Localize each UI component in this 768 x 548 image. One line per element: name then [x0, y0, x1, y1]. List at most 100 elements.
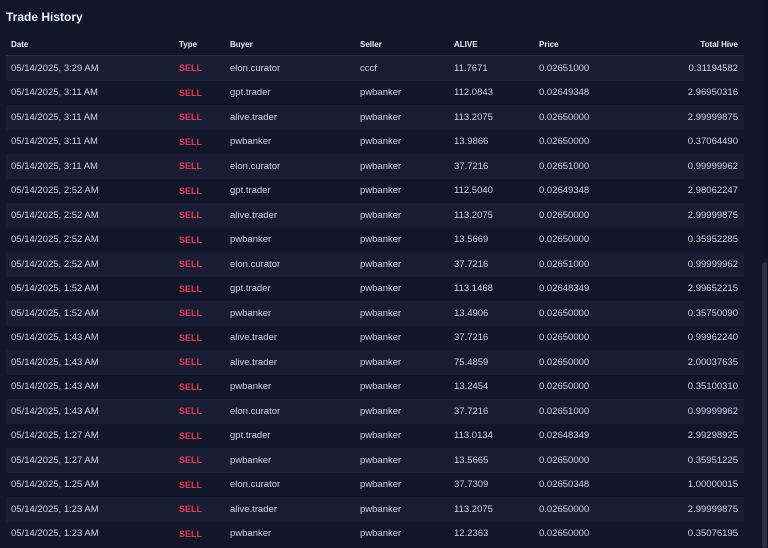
- cell-buyer: alive.trader: [230, 332, 277, 344]
- cell-price: 0.02648349: [539, 430, 590, 442]
- cell-seller: pwbanker: [360, 87, 402, 99]
- cell-total-hive: 0.35951225: [687, 454, 738, 466]
- cell-total-hive: 2.96950316: [687, 87, 738, 99]
- table-row[interactable]: 05/14/2025, 3:29 AM SELL elon.curator cccf 1…: [6, 56, 744, 81]
- table-row[interactable]: 05/14/2025, 2:52 AM SELL pwbanker pwbanker 1…: [6, 227, 744, 252]
- cell-price: 0.02650000: [539, 209, 590, 221]
- table-row[interactable]: 05/14/2025, 1:43 AM SELL alive.trader pwban…: [6, 350, 744, 375]
- cell-price: 0.02650000: [539, 111, 590, 123]
- cell-buyer: elon.curator: [230, 160, 281, 172]
- cell-buyer: alive.trader: [230, 111, 277, 123]
- cell-price: 0.02650000: [539, 356, 590, 368]
- cell-alive: 11.7671: [454, 62, 488, 74]
- table-row[interactable]: 05/14/2025, 2:52 AM SELL gpt.trader pwbanke…: [6, 178, 744, 203]
- cell-alive: 13.9866: [454, 136, 489, 148]
- cell-alive: 12.2363: [454, 528, 489, 540]
- cell-type: SELL: [179, 161, 203, 172]
- cell-buyer: elon.curator: [230, 479, 281, 491]
- table-row[interactable]: 05/14/2025, 3:11 AM SELL alive.trader pwban…: [6, 105, 744, 130]
- cell-total-hive: 0.99962240: [687, 332, 738, 344]
- vertical-scrollbar[interactable]: [761, 0, 768, 548]
- cell-price: 0.02650348: [539, 479, 590, 491]
- cell-type: SELL: [179, 528, 203, 539]
- cell-date: 05/14/2025, 3:29 AM: [11, 62, 99, 74]
- cell-seller: pwbanker: [360, 479, 402, 491]
- cell-date: 05/14/2025, 1:43 AM: [11, 405, 99, 417]
- table-row[interactable]: 05/14/2025, 1:43 AM SELL pwbanker pwbanker 1…: [6, 374, 744, 399]
- cell-type: SELL: [179, 504, 203, 515]
- trade-history-table: Date Type Buyer Seller ALIVE Price Total…: [6, 33, 744, 546]
- table-row[interactable]: 05/14/2025, 3:11 AM SELL gpt.trader pwbanke…: [6, 80, 744, 105]
- cell-alive: 37.7309: [454, 479, 489, 491]
- cell-seller: pwbanker: [360, 307, 402, 319]
- cell-total-hive: 2.99999875: [687, 209, 738, 221]
- cell-total-hive: 0.35952285: [687, 234, 738, 246]
- table-row[interactable]: 05/14/2025, 1:52 AM SELL gpt.trader pwbanke…: [6, 276, 744, 301]
- cell-price: 0.02651000: [539, 62, 590, 74]
- cell-total-hive: 1.00000015: [687, 479, 738, 491]
- table-row[interactable]: 05/14/2025, 1:43 AM SELL elon.curator pwban…: [6, 399, 744, 424]
- table-body: 05/14/2025, 3:29 AM SELL elon.curator cccf 1…: [6, 56, 744, 546]
- cell-seller: pwbanker: [360, 160, 402, 172]
- cell-date: 05/14/2025, 3:11 AM: [11, 136, 98, 148]
- cell-type: SELL: [179, 332, 203, 343]
- column-header-seller[interactable]: Seller: [355, 40, 449, 49]
- column-header-total-hive[interactable]: Total Hive: [644, 40, 744, 49]
- cell-date: 05/14/2025, 1:43 AM: [11, 356, 99, 368]
- cell-buyer: pwbanker: [230, 307, 272, 319]
- cell-type: SELL: [179, 357, 203, 368]
- cell-date: 05/14/2025, 1:23 AM: [11, 503, 99, 515]
- column-header-price[interactable]: Price: [534, 40, 644, 49]
- table-row[interactable]: 05/14/2025, 2:52 AM SELL alive.trader pwban…: [6, 203, 744, 228]
- table-row[interactable]: 05/14/2025, 1:25 AM SELL elon.curator pwban…: [6, 472, 744, 497]
- table-row[interactable]: 05/14/2025, 1:23 AM SELL pwbanker pwbanker 1…: [6, 521, 744, 546]
- cell-price: 0.02650000: [539, 307, 590, 319]
- cell-total-hive: 2.00037635: [687, 356, 738, 368]
- cell-buyer: alive.trader: [230, 209, 277, 221]
- cell-seller: pwbanker: [360, 503, 402, 515]
- table-row[interactable]: 05/14/2025, 1:27 AM SELL gpt.trader pwbanke…: [6, 423, 744, 448]
- cell-type: SELL: [179, 63, 203, 74]
- cell-seller: pwbanker: [360, 234, 402, 246]
- cell-price: 0.02650000: [539, 454, 590, 466]
- cell-alive: 112.5040: [454, 185, 493, 197]
- cell-alive: 113.1468: [454, 283, 493, 295]
- cell-seller: pwbanker: [360, 356, 402, 368]
- cell-type: SELL: [179, 259, 203, 270]
- column-header-date[interactable]: Date: [6, 40, 174, 49]
- cell-date: 05/14/2025, 1:27 AM: [11, 454, 99, 466]
- cell-alive: 113.0134: [454, 430, 493, 442]
- cell-type: SELL: [179, 112, 203, 123]
- cell-seller: pwbanker: [360, 136, 402, 148]
- table-row[interactable]: 05/14/2025, 1:23 AM SELL alive.trader pwban…: [6, 497, 744, 522]
- cell-price: 0.02651000: [539, 405, 590, 417]
- cell-date: 05/14/2025, 1:52 AM: [11, 283, 99, 295]
- cell-alive: 13.5669: [454, 234, 489, 246]
- cell-type: SELL: [179, 479, 203, 490]
- cell-alive: 113.2075: [454, 209, 493, 221]
- cell-buyer: alive.trader: [230, 503, 277, 515]
- table-row[interactable]: 05/14/2025, 1:27 AM SELL pwbanker pwbanker 1…: [6, 448, 744, 473]
- cell-date: 05/14/2025, 3:11 AM: [11, 160, 98, 172]
- cell-total-hive: 2.99652215: [687, 283, 738, 295]
- table-row[interactable]: 05/14/2025, 2:52 AM SELL elon.curator pwban…: [6, 252, 744, 277]
- table-row[interactable]: 05/14/2025, 1:43 AM SELL alive.trader pwban…: [6, 325, 744, 350]
- table-row[interactable]: 05/14/2025, 3:11 AM SELL elon.curator pwban…: [6, 154, 744, 179]
- cell-total-hive: 2.99999875: [687, 503, 738, 515]
- cell-price: 0.02649348: [539, 185, 590, 197]
- cell-type: SELL: [179, 234, 203, 245]
- column-header-alive[interactable]: ALIVE: [449, 40, 534, 49]
- cell-seller: cccf: [360, 62, 377, 74]
- cell-type: SELL: [179, 430, 203, 441]
- cell-date: 05/14/2025, 1:43 AM: [11, 381, 99, 393]
- cell-buyer: pwbanker: [230, 381, 272, 393]
- column-header-type[interactable]: Type: [174, 40, 225, 49]
- scrollbar-thumb[interactable]: [762, 262, 767, 548]
- cell-seller: pwbanker: [360, 209, 402, 221]
- table-row[interactable]: 05/14/2025, 1:52 AM SELL pwbanker pwbanker 1…: [6, 301, 744, 326]
- cell-buyer: elon.curator: [230, 405, 281, 417]
- table-row[interactable]: 05/14/2025, 3:11 AM SELL pwbanker pwbanker 1…: [6, 129, 744, 154]
- cell-date: 05/14/2025, 1:52 AM: [11, 307, 99, 319]
- cell-total-hive: 0.99999962: [687, 258, 738, 270]
- column-header-buyer[interactable]: Buyer: [225, 40, 355, 49]
